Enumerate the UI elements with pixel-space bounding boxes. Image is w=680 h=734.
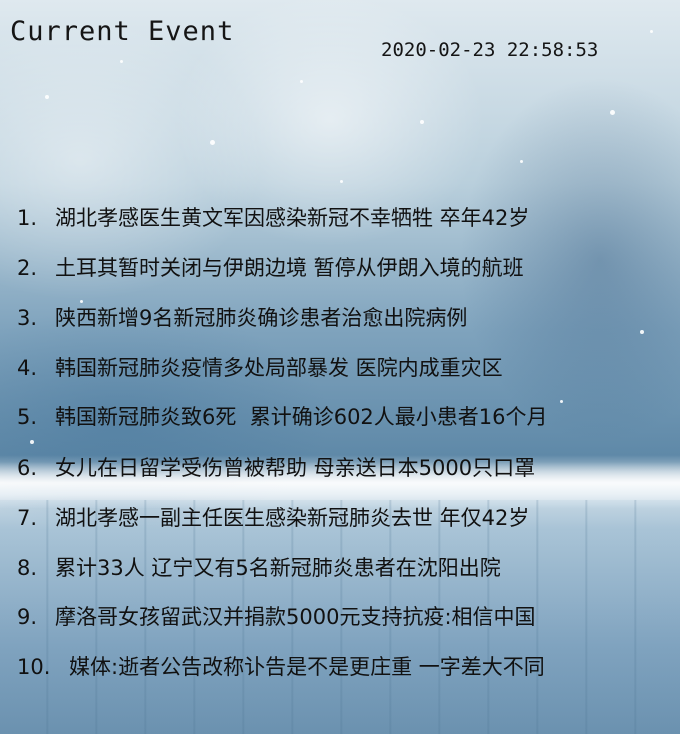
event-text: 摩洛哥女孩留武汉并捐款5000元支持抗疫:相信中国 (55, 605, 536, 629)
event-number: 2. (17, 256, 38, 280)
event-text: 女儿在日留学受伤曾被帮助 母亲送日本5000只口罩 (55, 456, 536, 480)
snowflake (30, 440, 34, 444)
event-text: 韩国新冠肺炎致6死 累计确诊602人最小患者16个月 (55, 405, 548, 429)
event-text: 陕西新增9名新冠肺炎确诊患者治愈出院病例 (55, 306, 468, 330)
event-item-6: 6. 女儿在日留学受伤曾被帮助 母亲送日本5000只口罩 (17, 451, 677, 485)
event-text: 土耳其暂时关闭与伊朗边境 暂停从伊朗入境的航班 (55, 256, 524, 280)
snowflake (210, 140, 215, 145)
snowflake (45, 95, 49, 99)
event-item-3: 3. 陕西新增9名新冠肺炎确诊患者治愈出院病例 (17, 301, 677, 335)
snowflake (520, 160, 523, 163)
event-number: 7. (17, 506, 38, 530)
event-item-2: 2. 土耳其暂时关闭与伊朗边境 暂停从伊朗入境的航班 (17, 251, 677, 285)
event-item-4: 4. 韩国新冠肺炎疫情多处局部暴发 医院内成重灾区 (17, 351, 677, 385)
snowflake (120, 60, 123, 63)
event-text: 韩国新冠肺炎疫情多处局部暴发 医院内成重灾区 (55, 356, 503, 380)
snowflake (610, 110, 615, 115)
event-text: 湖北孝感一副主任医生感染新冠肺炎去世 年仅42岁 (55, 506, 530, 530)
event-number: 10. (17, 655, 51, 679)
event-item-8: 8. 累计33人 辽宁又有5名新冠肺炎患者在沈阳出院 (17, 551, 677, 585)
event-item-9: 9. 摩洛哥女孩留武汉并捐款5000元支持抗疫:相信中国 (17, 600, 677, 634)
event-item-1: 1. 湖北孝感医生黄文军因感染新冠不幸牺牲 卒年42岁 (17, 201, 677, 235)
event-number: 8. (17, 556, 38, 580)
event-number: 1. (17, 206, 38, 230)
snowflake (300, 80, 303, 83)
snowflake (650, 30, 653, 33)
page-title: Current Event (10, 16, 235, 47)
timestamp: 2020-02-23 22:58:53 (381, 39, 599, 61)
event-text: 累计33人 辽宁又有5名新冠肺炎患者在沈阳出院 (55, 556, 501, 580)
event-number: 6. (17, 456, 38, 480)
snowflake (420, 120, 424, 124)
event-item-7: 7. 湖北孝感一副主任医生感染新冠肺炎去世 年仅42岁 (17, 501, 677, 535)
event-number: 5. (17, 405, 38, 429)
event-number: 4. (17, 356, 38, 380)
event-number: 9. (17, 605, 38, 629)
event-item-5: 5. 韩国新冠肺炎致6死 累计确诊602人最小患者16个月 (17, 400, 677, 434)
event-number: 3. (17, 306, 38, 330)
event-text: 湖北孝感医生黄文军因感染新冠不幸牺牲 卒年42岁 (55, 206, 530, 230)
event-item-10: 10. 媒体:逝者公告改称讣告是不是更庄重 一字差大不同 (17, 650, 677, 684)
snowflake (340, 180, 343, 183)
event-text: 媒体:逝者公告改称讣告是不是更庄重 一字差大不同 (69, 655, 545, 679)
